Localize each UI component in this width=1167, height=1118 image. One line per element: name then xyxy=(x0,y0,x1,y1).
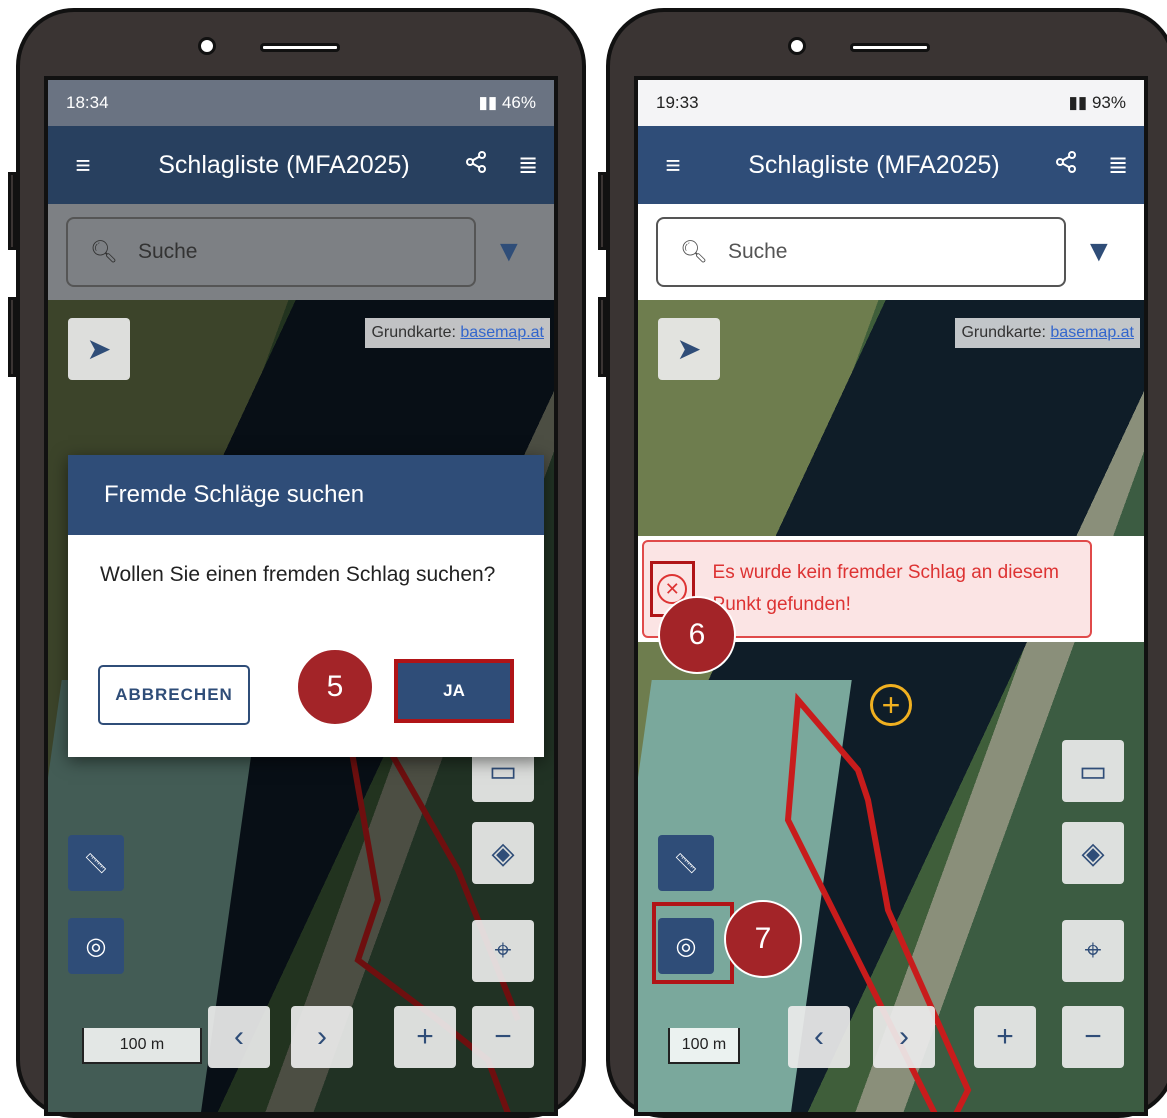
dialog-message: Wollen Sie einen fremden Schlag suchen? xyxy=(100,563,496,586)
focus-icon[interactable]: ◎ xyxy=(68,918,124,974)
zoom-out-button[interactable]: − xyxy=(1062,1006,1124,1068)
step-marker-5: 5 xyxy=(296,648,374,726)
power-button xyxy=(8,297,16,377)
speaker-grille xyxy=(260,43,340,52)
zoom-in-button[interactable]: + xyxy=(394,1006,456,1068)
status-bar: 18:34 ▮▮ 46% xyxy=(48,80,554,126)
cancel-button[interactable]: ABBRECHEN xyxy=(98,665,250,725)
volume-button xyxy=(598,172,606,250)
dialog-title: Fremde Schläge suchen xyxy=(68,455,544,535)
menu-icon[interactable]: ≡ xyxy=(638,150,708,181)
speaker-grille xyxy=(850,43,930,52)
step-marker-7: 7 xyxy=(724,900,802,978)
crosshair-icon: + xyxy=(870,684,912,726)
share-icon[interactable] xyxy=(450,150,502,181)
prev-button[interactable]: ‹ xyxy=(208,1006,270,1068)
page-title: Schlagliste (MFA2025) xyxy=(158,150,410,179)
scale-bar: 100 m xyxy=(668,1028,740,1064)
search-icon: 🔍︎ xyxy=(680,239,708,264)
list-icon[interactable]: ≣ xyxy=(502,151,554,180)
map-view[interactable]: Grundkarte: basemap.at ➤ + ▭ ◈ 📏︎ ◎ ⌖ ‹ … xyxy=(638,300,1144,1112)
phone-frame-left: 18:34 ▮▮ 46% ≡ Schlagliste (MFA2025) ≣ 🔍… xyxy=(8,8,586,1118)
toast-message: Es wurde kein fremder Schlag an diesem P… xyxy=(712,562,1059,615)
locate-icon[interactable]: ⌖ xyxy=(1062,920,1124,982)
camera-dot xyxy=(788,37,806,55)
layers-icon[interactable]: ◈ xyxy=(472,822,534,884)
north-arrow-icon[interactable]: ➤ xyxy=(658,318,720,380)
menu-icon[interactable]: ≡ xyxy=(48,150,118,181)
zoom-in-button[interactable]: + xyxy=(974,1006,1036,1068)
camera-dot xyxy=(198,37,216,55)
basemap-link[interactable]: basemap.at xyxy=(460,324,544,341)
search-input[interactable]: 🔍︎ Suche xyxy=(656,217,1066,287)
status-battery: ▮▮ 93% xyxy=(1068,93,1126,112)
north-arrow-icon[interactable]: ➤ xyxy=(68,318,130,380)
filter-icon[interactable]: ▼ xyxy=(494,235,524,269)
share-icon[interactable] xyxy=(1040,150,1092,181)
next-button[interactable]: › xyxy=(873,1006,935,1068)
layer-card-icon[interactable]: ▭ xyxy=(1062,740,1124,802)
power-button xyxy=(598,297,606,377)
search-icon: 🔍︎ xyxy=(90,239,118,264)
screen-left: 18:34 ▮▮ 46% ≡ Schlagliste (MFA2025) ≣ 🔍… xyxy=(44,76,558,1116)
next-button[interactable]: › xyxy=(291,1006,353,1068)
search-placeholder: Suche xyxy=(137,240,198,263)
filter-icon[interactable]: ▼ xyxy=(1084,235,1114,269)
search-input[interactable]: 🔍︎ Suche xyxy=(66,217,476,287)
zoom-out-button[interactable]: − xyxy=(472,1006,534,1068)
volume-button xyxy=(8,172,16,250)
map-attribution: Grundkarte: basemap.at xyxy=(365,318,550,348)
status-time: 19:33 xyxy=(656,93,699,112)
app-bar: ≡ Schlagliste (MFA2025) ≣ xyxy=(638,126,1144,204)
list-icon[interactable]: ≣ xyxy=(1092,151,1144,180)
measure-icon[interactable]: 📏︎ xyxy=(68,835,124,891)
layers-icon[interactable]: ◈ xyxy=(1062,822,1124,884)
search-row: 🔍︎ Suche ▼ xyxy=(48,204,554,300)
scale-bar: 100 m xyxy=(82,1028,202,1064)
status-bar: 19:33 ▮▮ 93% xyxy=(638,80,1144,126)
search-row: 🔍︎ Suche ▼ xyxy=(638,204,1144,300)
confirm-button[interactable]: JA xyxy=(394,659,514,723)
focus-button-highlight xyxy=(652,902,734,984)
basemap-link[interactable]: basemap.at xyxy=(1050,324,1134,341)
search-placeholder: Suche xyxy=(727,240,788,263)
status-battery: ▮▮ 46% xyxy=(478,93,536,112)
app-bar: ≡ Schlagliste (MFA2025) ≣ xyxy=(48,126,554,204)
locate-icon[interactable]: ⌖ xyxy=(472,920,534,982)
step-marker-6: 6 xyxy=(658,596,736,674)
status-time: 18:34 xyxy=(66,93,109,112)
prev-button[interactable]: ‹ xyxy=(788,1006,850,1068)
page-title: Schlagliste (MFA2025) xyxy=(748,150,1000,179)
measure-icon[interactable]: 📏︎ xyxy=(658,835,714,891)
map-attribution: Grundkarte: basemap.at xyxy=(955,318,1140,348)
